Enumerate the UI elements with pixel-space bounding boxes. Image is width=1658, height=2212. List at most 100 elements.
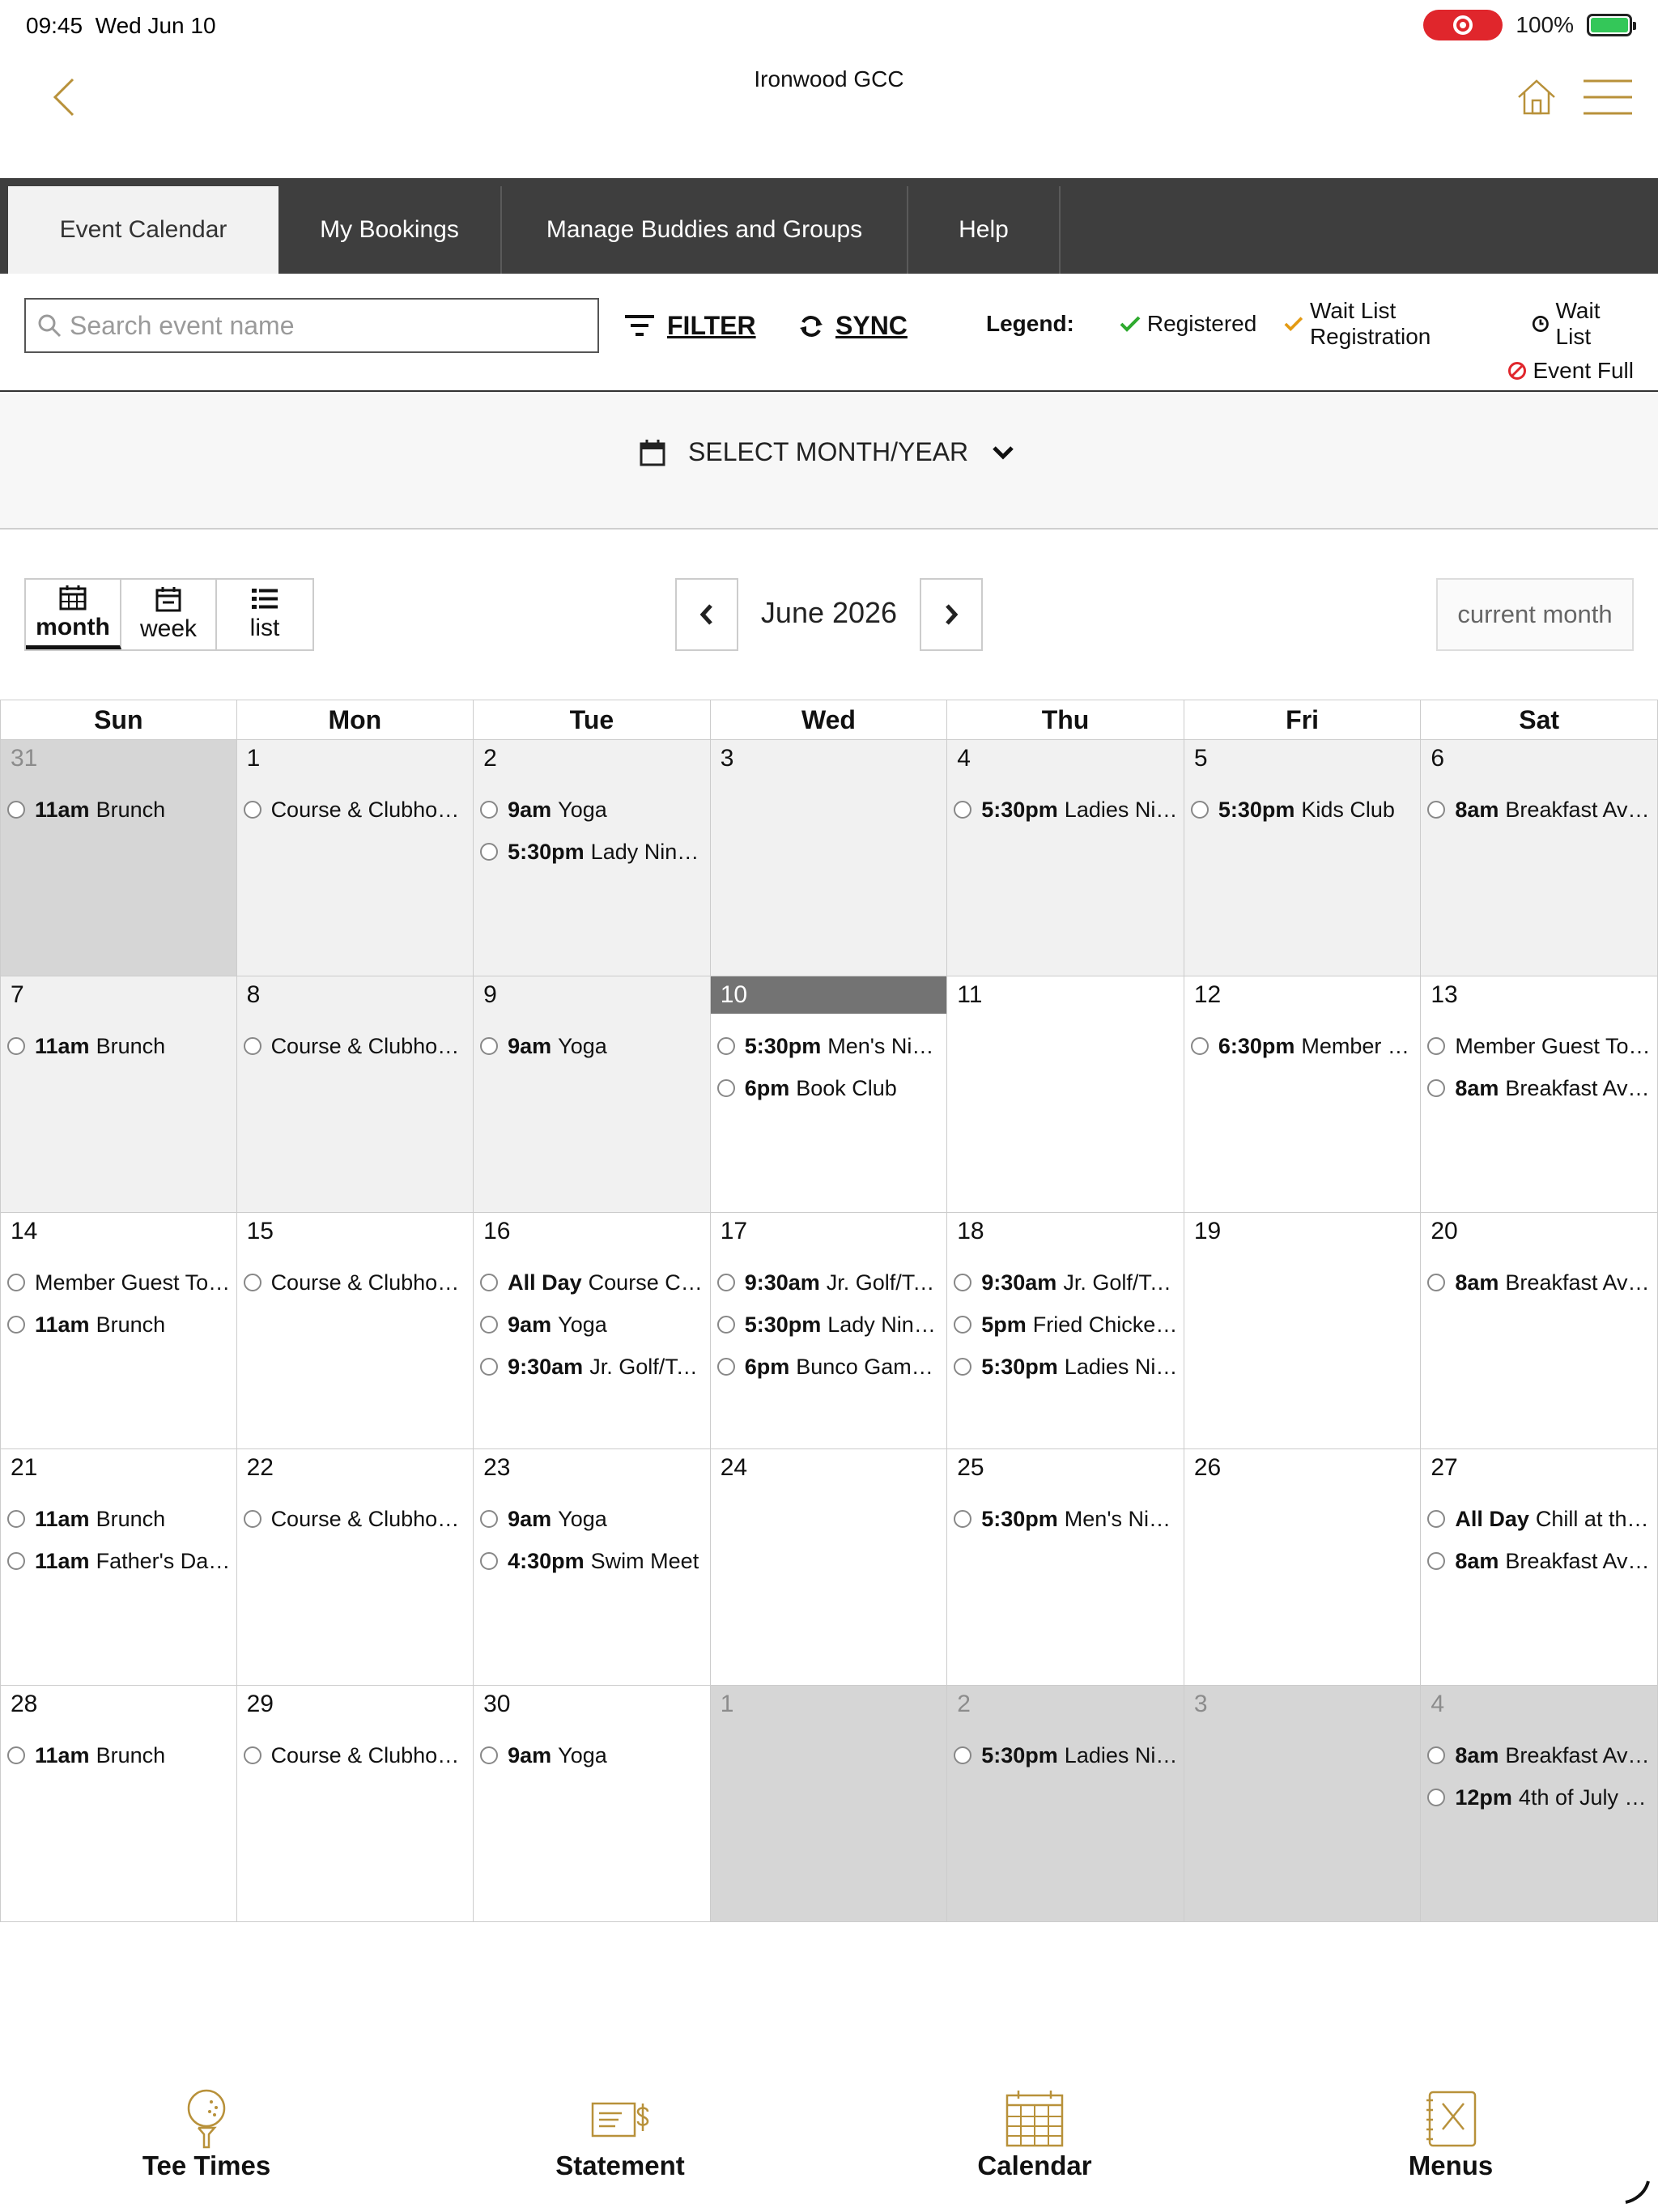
calendar-day-cell[interactable]: 22 Course & Clubhouse Closed bbox=[236, 1449, 474, 1686]
calendar-day-cell[interactable]: 179:30amJr. Golf/Tennis5:30pmLady Niners… bbox=[710, 1213, 948, 1449]
calendar-event[interactable]: 11am Brunch bbox=[7, 1734, 232, 1776]
calendar-day-cell[interactable]: 2 9am Yoga 5:30pm Lady Niners bbox=[474, 740, 711, 976]
calendar-event[interactable]: 8amBreakfast Available bbox=[1427, 1067, 1652, 1109]
view-week-button[interactable]: week bbox=[121, 580, 217, 649]
calendar-event[interactable]: All DayChill at the Pool bbox=[1427, 1498, 1652, 1540]
calendar-event[interactable]: 5:30pm Ladies Night bbox=[954, 1734, 1179, 1776]
calendar-day-cell[interactable]: 31 11am Brunch bbox=[0, 740, 237, 976]
calendar-event[interactable]: 11am Brunch bbox=[7, 1498, 232, 1540]
calendar-event[interactable]: 9am Yoga bbox=[480, 789, 705, 831]
calendar-event[interactable]: 5:30pm Men's Night bbox=[716, 1025, 942, 1067]
calendar-day-cell[interactable]: 3 bbox=[710, 740, 948, 976]
calendar-event[interactable]: Course & Clubhouse Closed bbox=[243, 789, 468, 831]
calendar-day-cell[interactable]: 10 5:30pm Men's Night 6pm Book Club bbox=[710, 976, 948, 1213]
calendar-day-cell[interactable]: 14 Member Guest Tournament 11amBrunch bbox=[0, 1213, 237, 1449]
calendar-day-cell[interactable]: 13 Member Guest Tournament 8amBreakfast Av… bbox=[1421, 976, 1658, 1213]
calendar-event[interactable]: Course & Clubhouse Closed bbox=[243, 1261, 468, 1304]
calendar-day-cell[interactable]: 1 Course & Clubhouse Closed bbox=[236, 740, 474, 976]
calendar-event[interactable]: Member Guest Tournament bbox=[1427, 1025, 1652, 1067]
calendar-event[interactable]: 11am Brunch bbox=[7, 1025, 232, 1067]
calendar-day-cell[interactable]: 15 Course & Clubhouse Closed bbox=[236, 1213, 474, 1449]
sync-button[interactable]: SYNC bbox=[798, 311, 908, 341]
calendar-day-cell[interactable]: 4 5:30pm Ladies Night bbox=[947, 740, 1184, 976]
calendar-event[interactable]: 8amBreakfast Available bbox=[1427, 1734, 1652, 1776]
hamburger-menu-icon[interactable] bbox=[1582, 76, 1634, 118]
calendar-event[interactable]: 9:30amJr. Golf/Tennis bbox=[954, 1261, 1179, 1304]
calendar-event[interactable]: 9am Yoga bbox=[480, 1025, 705, 1067]
calendar-day-cell[interactable]: 4 8amBreakfast Available 12pm4th of July a… bbox=[1421, 1686, 1658, 1922]
calendar-day-cell[interactable]: 29 Course & Clubhouse Closed bbox=[236, 1686, 474, 1922]
calendar-day-cell[interactable]: 8 Course & Clubhouse Closed bbox=[236, 976, 474, 1213]
calendar-day-cell[interactable]: 1 bbox=[710, 1686, 948, 1922]
calendar-event[interactable]: 9:30amJr. Golf/Tennis bbox=[480, 1346, 705, 1388]
calendar-day-cell[interactable]: 30 9am Yoga bbox=[474, 1686, 711, 1922]
calendar-day-cell[interactable]: 12 6:30pmMember Mixer bbox=[1184, 976, 1422, 1213]
calendar-event[interactable]: Course & Clubhouse Closed bbox=[243, 1734, 468, 1776]
calendar-day-cell[interactable]: 5 5:30pm Kids Club bbox=[1184, 740, 1422, 976]
calendar-day-cell[interactable]: 25 5:30pm Men's Night bbox=[947, 1449, 1184, 1686]
calendar-day-cell[interactable]: 16 All DayCourse Closed 9amYoga 9:30amJr. G… bbox=[474, 1213, 711, 1449]
search-input[interactable] bbox=[70, 310, 588, 341]
calendar-day-cell[interactable]: 6 8amBreakfast Available bbox=[1421, 740, 1658, 976]
calendar-event[interactable]: 6pmBunco Game Night bbox=[716, 1346, 942, 1388]
calendar-day-cell[interactable]: 27 All DayChill at the Pool 8amBreakfast A… bbox=[1421, 1449, 1658, 1686]
home-icon[interactable] bbox=[1514, 74, 1559, 120]
calendar-day-cell[interactable]: 24 bbox=[710, 1449, 948, 1686]
calendar-event[interactable]: Member Guest Tournament bbox=[7, 1261, 232, 1304]
day-events: 8amBreakfast Available 12pm4th of July at… bbox=[1427, 1734, 1652, 1819]
nav-menus[interactable]: Menus bbox=[1346, 2087, 1556, 2181]
calendar-day-cell[interactable]: 2 5:30pm Ladies Night bbox=[947, 1686, 1184, 1922]
month-year-selector[interactable]: SELECT MONTH/YEAR bbox=[0, 393, 1658, 530]
calendar-event[interactable]: 11amFather's Day Brunch bbox=[7, 1540, 232, 1582]
next-month-button[interactable] bbox=[920, 578, 983, 651]
tab-my-bookings[interactable]: My Bookings bbox=[278, 186, 502, 274]
nav-statement[interactable]: Statement bbox=[515, 2087, 725, 2181]
previous-month-button[interactable] bbox=[675, 578, 738, 651]
calendar-event[interactable]: 6pm Book Club bbox=[716, 1067, 942, 1109]
calendar-day-cell[interactable]: 19 bbox=[1184, 1213, 1422, 1449]
calendar-day-cell[interactable]: 3 bbox=[1184, 1686, 1422, 1922]
calendar-event[interactable]: 5:30pm Ladies Night bbox=[954, 789, 1179, 831]
calendar-event[interactable]: 11am Brunch bbox=[7, 789, 232, 831]
calendar-event[interactable]: 11am Brunch bbox=[7, 1304, 232, 1346]
calendar-event[interactable]: 9am Yoga bbox=[480, 1734, 705, 1776]
calendar-day-cell[interactable]: 2111amBrunch11amFather's Day Brunch bbox=[0, 1449, 237, 1686]
calendar-event[interactable]: Course & Clubhouse Closed bbox=[243, 1025, 468, 1067]
calendar-event[interactable]: 5:30pm Kids Club bbox=[1190, 789, 1416, 831]
calendar-event[interactable]: 8amBreakfast Available bbox=[1427, 1540, 1652, 1582]
calendar-day-cell[interactable]: 26 bbox=[1184, 1449, 1422, 1686]
tab-event-calendar[interactable]: Event Calendar bbox=[8, 186, 278, 274]
calendar-day-cell[interactable]: 23 9am Yoga 4:30pm Swim Meet bbox=[474, 1449, 711, 1686]
view-list-button[interactable]: list bbox=[217, 580, 312, 649]
calendar-event[interactable]: 8amBreakfast Available bbox=[1427, 789, 1652, 831]
current-month-button[interactable]: current month bbox=[1436, 578, 1634, 651]
calendar-event[interactable]: 9am Yoga bbox=[480, 1498, 705, 1540]
calendar-day-cell[interactable]: 18 9:30amJr. Golf/Tennis 5pmFried Chicken … bbox=[947, 1213, 1184, 1449]
calendar-day-cell[interactable]: 28 11am Brunch bbox=[0, 1686, 237, 1922]
calendar-event[interactable]: 5:30pm Lady Niners bbox=[716, 1304, 942, 1346]
nav-tee-times[interactable]: Tee Times bbox=[101, 2087, 312, 2181]
calendar-event[interactable]: 12pm4th of July at the Club bbox=[1427, 1776, 1652, 1819]
calendar-event[interactable]: 8amBreakfast Available bbox=[1427, 1261, 1652, 1304]
tab-help[interactable]: Help bbox=[908, 186, 1061, 274]
screen-recording-icon[interactable] bbox=[1423, 10, 1503, 40]
calendar-event[interactable]: 5pmFried Chicken Night bbox=[954, 1304, 1179, 1346]
calendar-event[interactable]: 5:30pm Men's Night bbox=[954, 1498, 1179, 1540]
filter-button[interactable]: FILTER bbox=[623, 311, 756, 341]
calendar-day-cell[interactable]: 20 8amBreakfast Available bbox=[1421, 1213, 1658, 1449]
clock-icon bbox=[1532, 316, 1549, 332]
calendar-day-cell[interactable]: 11 bbox=[947, 976, 1184, 1213]
calendar-event[interactable]: 5:30pm Ladies Night bbox=[954, 1346, 1179, 1388]
nav-calendar[interactable]: Calendar bbox=[929, 2087, 1140, 2181]
tab-manage-buddies[interactable]: Manage Buddies and Groups bbox=[502, 186, 908, 274]
calendar-day-cell[interactable]: 9 9am Yoga bbox=[474, 976, 711, 1213]
calendar-event[interactable]: 9:30amJr. Golf/Tennis bbox=[716, 1261, 942, 1304]
calendar-event[interactable]: 4:30pm Swim Meet bbox=[480, 1540, 705, 1582]
calendar-event[interactable]: 9am Yoga bbox=[480, 1304, 705, 1346]
calendar-event[interactable]: All DayCourse Closed bbox=[480, 1261, 705, 1304]
calendar-day-cell[interactable]: 7 11am Brunch bbox=[0, 976, 237, 1213]
calendar-event[interactable]: Course & Clubhouse Closed bbox=[243, 1498, 468, 1540]
calendar-event[interactable]: 6:30pmMember Mixer bbox=[1190, 1025, 1415, 1067]
view-month-button[interactable]: month bbox=[26, 580, 121, 649]
calendar-event[interactable]: 5:30pm Lady Niners bbox=[480, 831, 705, 873]
